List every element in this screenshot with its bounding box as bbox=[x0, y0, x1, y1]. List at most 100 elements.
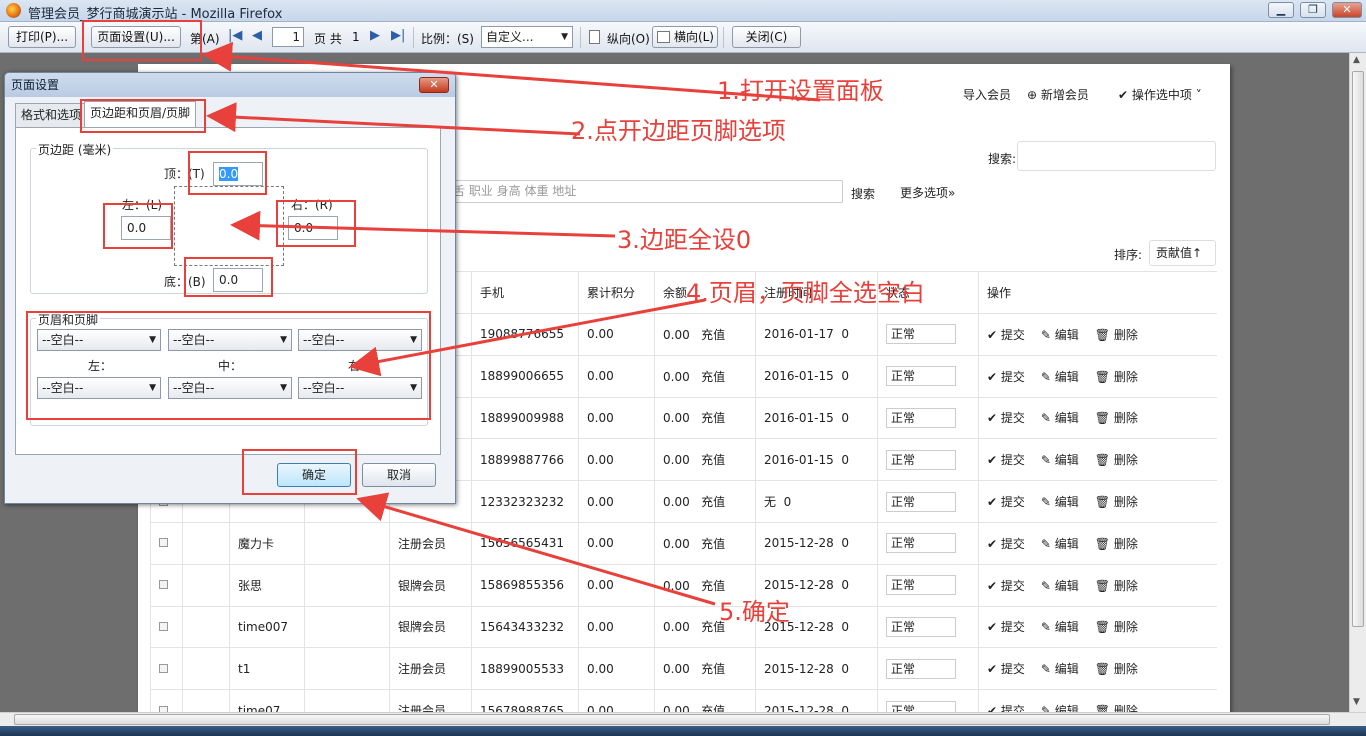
cancel-button[interactable]: 取消 bbox=[362, 463, 436, 487]
row-reg-time: 2015-12-28 0 bbox=[755, 647, 878, 690]
recharge-link[interactable]: 充值 bbox=[701, 537, 725, 551]
edit-action[interactable]: ✎ 编辑 bbox=[1041, 579, 1079, 593]
import-member-link[interactable]: 导入会员 bbox=[963, 86, 1011, 103]
toolbar-divider bbox=[580, 27, 581, 48]
edit-action[interactable]: ✎ 编辑 bbox=[1041, 411, 1079, 425]
recharge-link[interactable]: 充值 bbox=[701, 579, 725, 593]
submit-action[interactable]: ✔ 提交 bbox=[987, 662, 1025, 676]
delete-action[interactable]: 🗑 删除 bbox=[1095, 537, 1138, 551]
edit-action[interactable]: ✎ 编辑 bbox=[1041, 370, 1079, 384]
add-member-link[interactable]: ⊕ 新增会员 bbox=[1027, 86, 1089, 103]
horizontal-scrollbar[interactable] bbox=[0, 712, 1366, 726]
row-checkbox[interactable] bbox=[150, 563, 183, 607]
trash-icon: 🗑 bbox=[1094, 536, 1114, 551]
scale-select[interactable]: 自定义... ▼ bbox=[481, 26, 573, 48]
submit-action[interactable]: ✔ 提交 bbox=[987, 495, 1025, 509]
submit-action[interactable]: ✔ 提交 bbox=[987, 579, 1025, 593]
row-phone: 19088776655 bbox=[471, 313, 579, 356]
search-button[interactable]: 搜索 bbox=[851, 185, 875, 202]
landscape-icon bbox=[657, 31, 670, 43]
edit-action[interactable]: ✎ 编辑 bbox=[1041, 328, 1079, 342]
sort-select[interactable]: 贡献值↑ bbox=[1149, 240, 1216, 266]
recharge-link[interactable]: 充值 bbox=[701, 495, 725, 509]
delete-action[interactable]: 🗑 删除 bbox=[1095, 370, 1138, 384]
check-icon: ✔ bbox=[987, 536, 1001, 551]
prev-page-icon[interactable]: ◀ bbox=[252, 28, 262, 43]
row-checkbox[interactable] bbox=[150, 605, 183, 648]
scroll-thumb[interactable] bbox=[1352, 71, 1364, 627]
more-options-button[interactable]: 更多选项» bbox=[900, 184, 955, 201]
landscape-label: 横向(L) bbox=[673, 30, 714, 44]
row-checkbox[interactable] bbox=[150, 521, 183, 565]
status-input[interactable]: 正常 bbox=[886, 324, 956, 345]
annotation-box-page-setup bbox=[82, 20, 202, 61]
recharge-link[interactable]: 充值 bbox=[701, 411, 725, 425]
row-actions: ✔ 提交 ✎ 编辑 🗑 删除 bbox=[978, 521, 1217, 565]
minimize-button[interactable]: ▁ bbox=[1268, 2, 1294, 18]
recharge-link[interactable]: 充值 bbox=[701, 328, 725, 342]
annotation-box-right bbox=[276, 200, 356, 247]
submit-action[interactable]: ✔ 提交 bbox=[987, 411, 1025, 425]
delete-action[interactable]: 🗑 删除 bbox=[1095, 328, 1138, 342]
row-balance: 0.00 充值 bbox=[654, 354, 756, 398]
window-close-button[interactable]: ✕ bbox=[1332, 2, 1362, 18]
recharge-link[interactable]: 充值 bbox=[701, 662, 725, 676]
recharge-link[interactable]: 充值 bbox=[701, 453, 725, 467]
close-preview-button[interactable]: 关闭(C) bbox=[732, 26, 801, 48]
maximize-button[interactable]: ❐ bbox=[1300, 2, 1326, 18]
print-button[interactable]: 打印(P)... bbox=[8, 26, 76, 48]
delete-action[interactable]: 🗑 删除 bbox=[1095, 495, 1138, 509]
row-phone: 18899009988 bbox=[471, 396, 579, 439]
status-input[interactable]: 正常 bbox=[886, 366, 956, 387]
edit-action[interactable]: ✎ 编辑 bbox=[1041, 662, 1079, 676]
status-input[interactable]: 正常 bbox=[886, 407, 956, 428]
balance-value: 0.00 bbox=[663, 453, 690, 468]
page-number-input[interactable]: 1 bbox=[272, 27, 304, 47]
landscape-button[interactable]: 横向(L) bbox=[652, 26, 718, 48]
last-page-icon[interactable]: ▶| bbox=[391, 28, 405, 43]
trash-icon: 🗑 bbox=[1094, 411, 1114, 426]
row-level: 注册会员 bbox=[389, 521, 472, 565]
status-input[interactable]: 正常 bbox=[886, 616, 956, 637]
status-input[interactable]: 正常 bbox=[886, 533, 956, 554]
row-reg-time: 2016-01-15 0 bbox=[755, 396, 878, 439]
first-page-icon[interactable]: |◀ bbox=[228, 28, 242, 43]
keyword-search-input[interactable]: 舌 职业 身高 体重 地址 bbox=[440, 180, 843, 203]
edit-action[interactable]: ✎ 编辑 bbox=[1041, 495, 1079, 509]
search-input[interactable] bbox=[1017, 141, 1216, 171]
submit-action[interactable]: ✔ 提交 bbox=[987, 370, 1025, 384]
submit-action[interactable]: ✔ 提交 bbox=[987, 453, 1025, 467]
submit-action[interactable]: ✔ 提交 bbox=[987, 328, 1025, 342]
status-input[interactable]: 正常 bbox=[886, 658, 956, 679]
balance-value: 0.00 bbox=[663, 327, 690, 342]
row-level: 银牌会员 bbox=[389, 605, 472, 648]
tab-format-options[interactable]: 格式和选项 bbox=[15, 103, 88, 127]
vertical-scrollbar[interactable]: ▲ ▼ bbox=[1349, 53, 1366, 712]
row-checkbox[interactable] bbox=[150, 647, 183, 690]
next-page-icon[interactable]: ▶ bbox=[370, 28, 380, 43]
edit-action[interactable]: ✎ 编辑 bbox=[1041, 453, 1079, 467]
edit-action[interactable]: ✎ 编辑 bbox=[1041, 620, 1079, 634]
dialog-close-button[interactable]: ✕ bbox=[419, 77, 449, 93]
status-input[interactable]: 正常 bbox=[886, 449, 956, 470]
scroll-down-icon[interactable]: ▼ bbox=[1353, 697, 1360, 707]
hscroll-thumb[interactable] bbox=[14, 714, 1330, 725]
delete-action[interactable]: 🗑 删除 bbox=[1095, 620, 1138, 634]
reg-date: 2016-01-15 bbox=[764, 369, 834, 384]
status-input[interactable]: 正常 bbox=[886, 491, 956, 512]
submit-action[interactable]: ✔ 提交 bbox=[987, 537, 1025, 551]
delete-action[interactable]: 🗑 删除 bbox=[1095, 662, 1138, 676]
delete-action[interactable]: 🗑 删除 bbox=[1095, 411, 1138, 425]
delete-action[interactable]: 🗑 删除 bbox=[1095, 453, 1138, 467]
delete-action[interactable]: 🗑 删除 bbox=[1095, 579, 1138, 593]
balance-value: 0.00 bbox=[663, 662, 690, 677]
balance-value: 0.00 bbox=[663, 411, 690, 426]
recharge-link[interactable]: 充值 bbox=[701, 370, 725, 384]
edit-action[interactable]: ✎ 编辑 bbox=[1041, 537, 1079, 551]
scroll-up-icon[interactable]: ▲ bbox=[1353, 55, 1360, 65]
bulk-action-menu[interactable]: ✔ 操作选中项 ˅ bbox=[1118, 86, 1202, 103]
status-input[interactable]: 正常 bbox=[886, 575, 956, 596]
row-reg-time: 2015-12-28 0 bbox=[755, 521, 878, 565]
submit-action[interactable]: ✔ 提交 bbox=[987, 620, 1025, 634]
portrait-button[interactable]: 纵向(O) bbox=[607, 30, 650, 47]
